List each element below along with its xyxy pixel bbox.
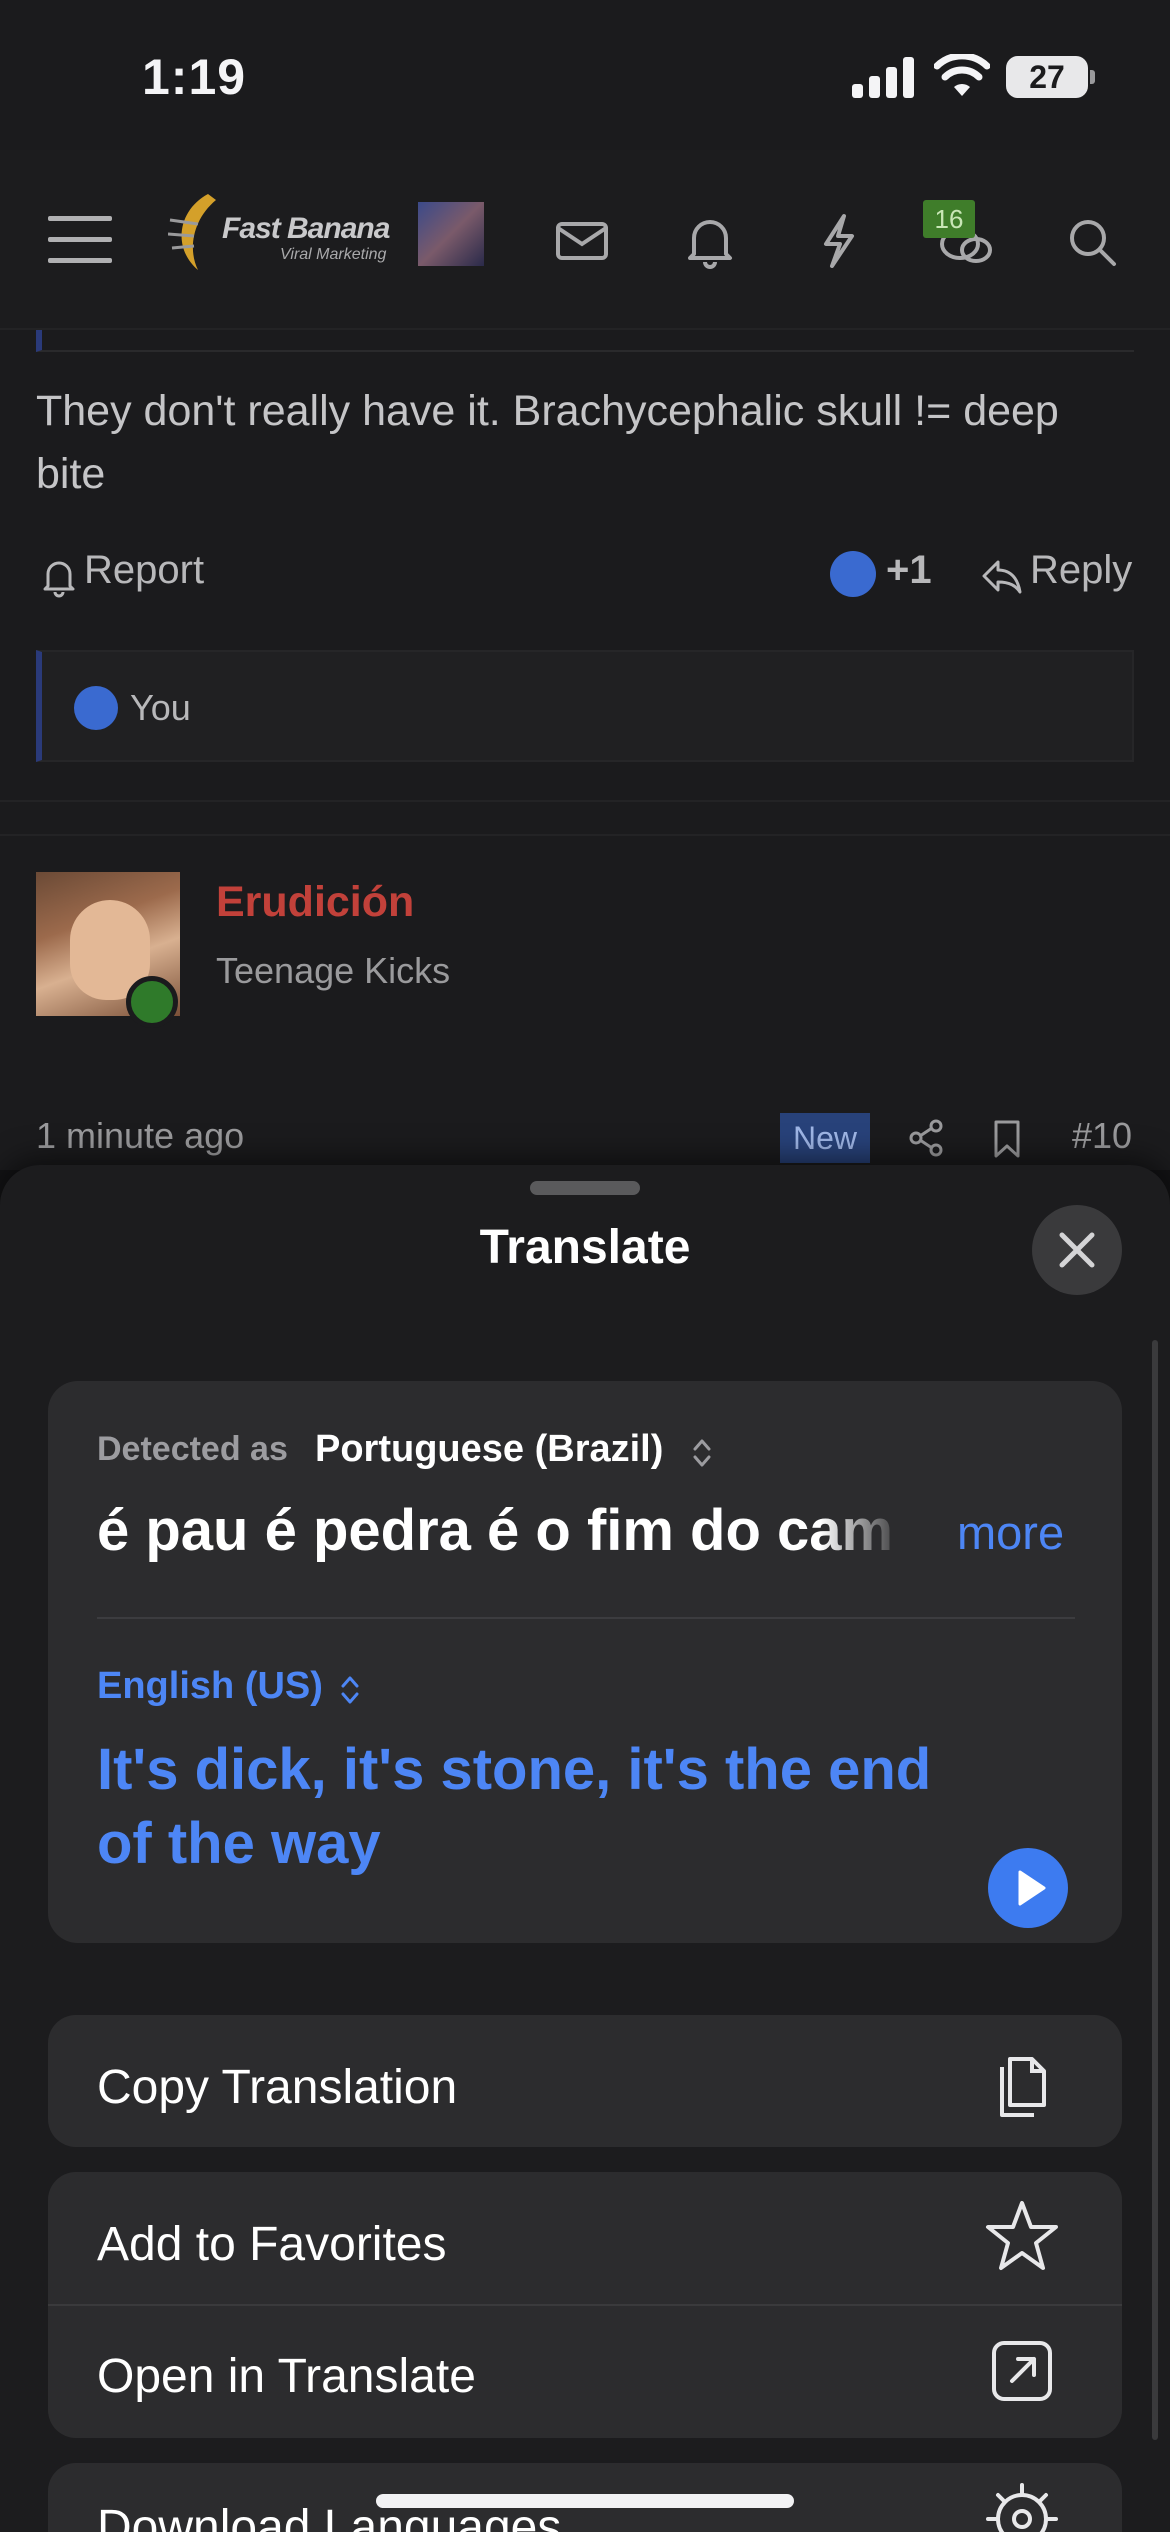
quote-strip [36,330,1134,352]
report-bell-icon[interactable] [40,556,78,598]
bookmark-icon[interactable] [990,1118,1024,1160]
play-icon [1018,1870,1046,1906]
cellular-signal-icon [852,57,914,98]
author-title: Teenage Kicks [216,950,451,991]
chat-count-badge: 16 [923,200,975,238]
mail-icon[interactable] [542,200,622,280]
forum-navbar: Fast Banana Viral Marketing 16 [0,150,1170,330]
close-icon [1059,1232,1095,1268]
open-in-translate-label: Open in Translate [97,2350,476,2403]
like-count[interactable]: +1 [886,548,932,593]
reaction-user[interactable]: You [130,687,191,729]
star-icon [986,2201,1058,2270]
translate-sheet: Translate Detected as Portuguese (Brazil… [0,1165,1170,2532]
detected-label: Detected as [97,1430,288,1468]
chevron-updown-icon[interactable] [338,1672,362,1708]
add-to-favorites-label: Add to Favorites [97,2218,447,2271]
target-language-selector[interactable]: English (US) [97,1665,323,1708]
post-divider [0,800,1170,802]
battery-level: 27 [1006,56,1088,98]
source-text-fade [820,1490,920,1570]
user-avatar-thumbnail[interactable] [418,202,484,266]
post-divider [0,834,1170,836]
sheet-title: Translate [479,1221,691,1274]
open-external-icon [992,2341,1052,2401]
card-divider [97,1617,1075,1619]
source-text: é pau é pedra é o fim do caminho [97,1498,897,1563]
post-number[interactable]: #10 [1072,1115,1132,1157]
report-link[interactable]: Report [84,548,204,593]
play-button[interactable] [988,1848,1068,1928]
reply-link[interactable]: Reply [1030,548,1132,593]
like-reaction-icon[interactable] [830,551,876,597]
brand-tagline: Viral Marketing [280,246,387,263]
chevron-updown-icon[interactable] [690,1435,714,1471]
share-icon[interactable] [908,1118,946,1158]
author-name[interactable]: Erudición [216,878,414,927]
source-language-selector[interactable]: Portuguese (Brazil) [315,1428,663,1471]
sheet-grabber[interactable] [530,1181,640,1195]
status-time: 1:19 [142,49,247,105]
copy-icon [1000,2057,1046,2117]
bell-icon[interactable] [670,200,750,280]
brand-name[interactable]: Fast Banana [222,212,390,246]
thumbs-up-icon [74,686,118,730]
lightning-icon[interactable] [798,200,878,280]
search-icon[interactable] [1052,200,1132,280]
more-button[interactable]: more [957,1505,1064,1560]
post-timestamp[interactable]: 1 minute ago [36,1115,244,1157]
close-button[interactable] [1032,1205,1122,1295]
new-badge: New [780,1113,870,1163]
status-bar: 1:19 27 [0,0,1170,150]
settings-gear-icon [986,2483,1058,2532]
post-body: They don't really have it. Brachycephali… [36,387,1059,498]
online-status-icon [126,976,178,1028]
copy-translation-label: Copy Translation [97,2061,458,2114]
battery-nub [1090,70,1095,84]
scroll-indicator [1152,1340,1158,2440]
home-indicator[interactable] [376,2494,794,2508]
reply-arrow-icon[interactable] [980,556,1024,596]
reactions-box [36,650,1134,762]
wifi-icon [934,54,990,96]
translated-text: It's dick, it's stone, it's the end of t… [97,1737,932,1876]
hamburger-menu-icon[interactable] [44,200,124,280]
